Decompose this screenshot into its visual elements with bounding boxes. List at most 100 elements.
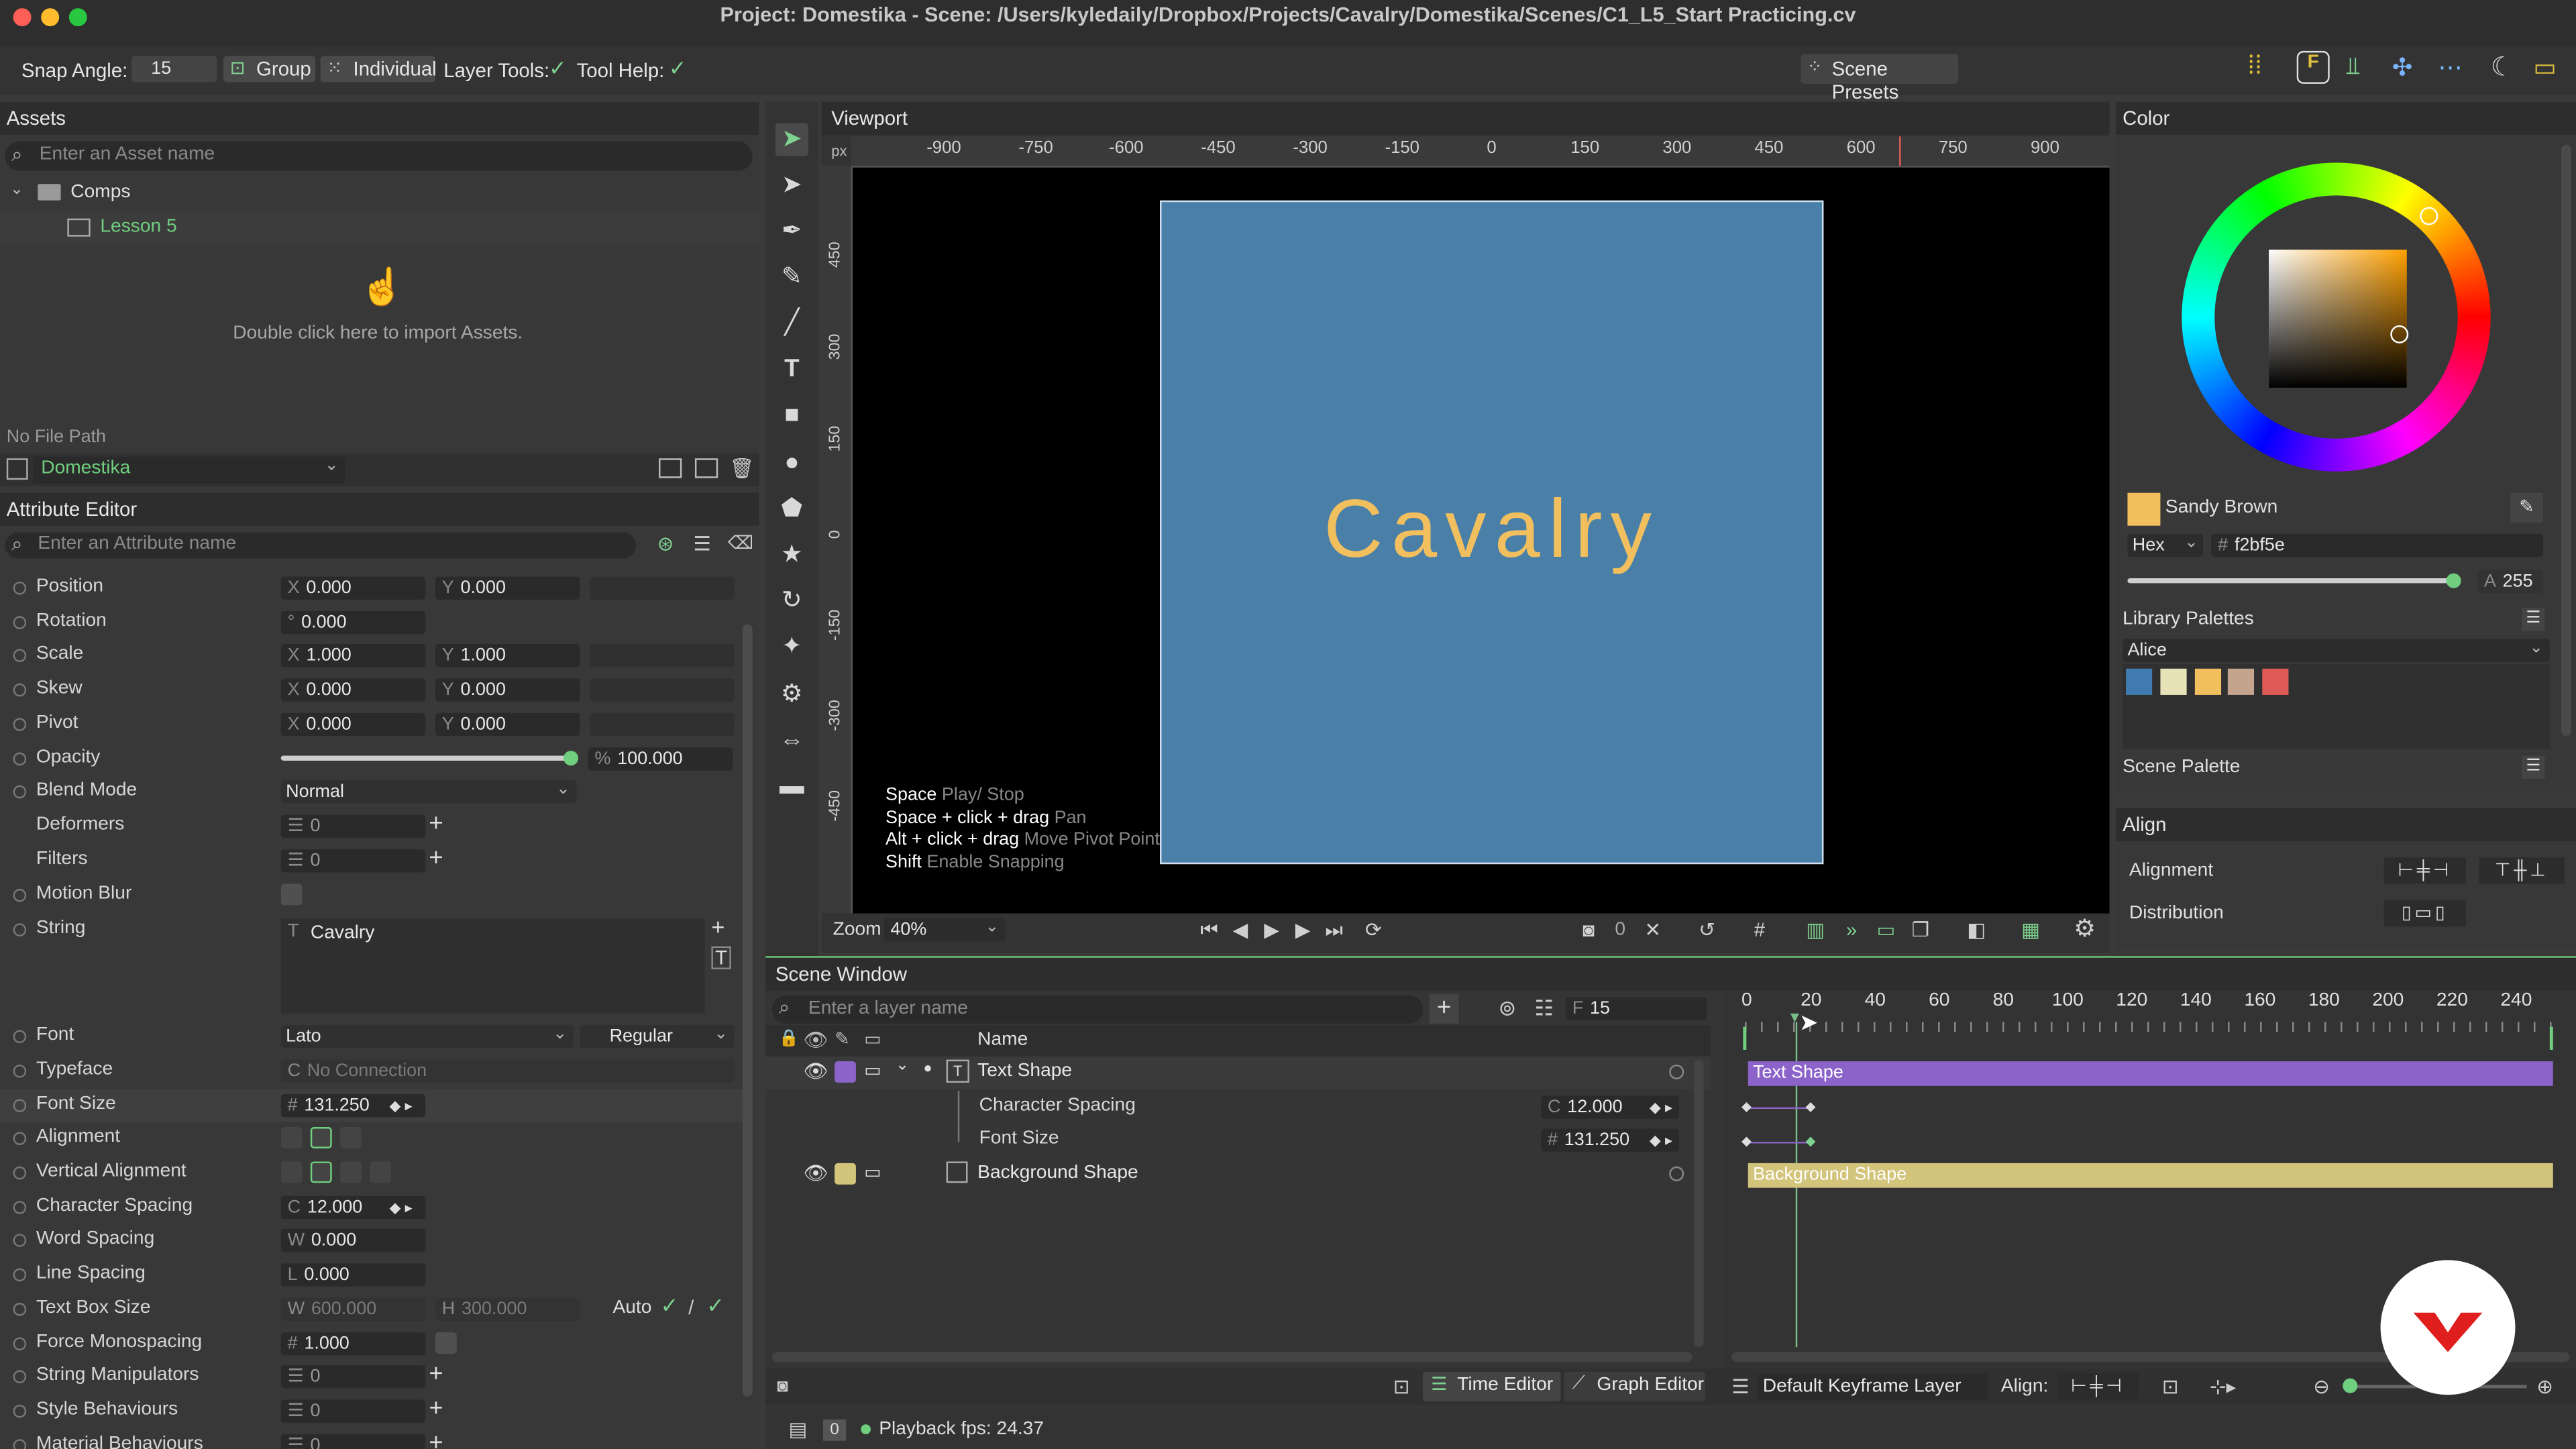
keyframe-dot-icon[interactable] — [13, 616, 27, 629]
asset-tree-comps[interactable]: ⌄ Comps — [0, 177, 759, 210]
saturation-value-square[interactable] — [2269, 250, 2407, 388]
pick-attribute-icon[interactable]: ⊛ — [657, 532, 674, 555]
force-mono-checkbox[interactable] — [435, 1332, 457, 1354]
layer-status-circle[interactable] — [1669, 1166, 1684, 1181]
rectangle-tool-icon[interactable]: ■ — [775, 399, 808, 432]
canvas-text[interactable]: Cavalry — [1161, 482, 1821, 577]
palette-swatch[interactable] — [2160, 668, 2187, 695]
opacity-input[interactable]: % 100.000 — [588, 747, 733, 771]
pick-icon[interactable]: ✎ — [835, 1028, 850, 1050]
asset-search-input[interactable]: ⌕ Enter an Asset name — [5, 141, 753, 171]
line-spacing-input[interactable]: L 0.000 — [280, 1263, 426, 1287]
arc-icon[interactable]: ☾ — [2491, 51, 2514, 84]
layer-h-scrollbar[interactable] — [772, 1352, 1693, 1362]
keyframe-diamond[interactable]: ◆ — [1741, 1134, 1752, 1148]
screen-icon[interactable]: ▭ — [1874, 918, 1897, 941]
valign-bottom-icon[interactable] — [339, 1161, 362, 1183]
layer-row-font-size[interactable]: Font Size #131.250 ◆ ▸ — [765, 1124, 1710, 1157]
align-center-icon[interactable] — [310, 1127, 332, 1148]
settings-icon[interactable]: ⚙ — [2074, 917, 2096, 942]
console-icon[interactable]: ▤ — [789, 1417, 808, 1440]
out-point-marker[interactable] — [2549, 1026, 2553, 1050]
layer-row-background-shape[interactable]: 👁 ▭ Background Shape — [765, 1159, 1710, 1191]
palette-swatch[interactable] — [2262, 668, 2289, 695]
font-size-input[interactable]: #131.250 ◆ ▸ — [280, 1094, 426, 1118]
distribute-icon[interactable]: ✣ — [2392, 52, 2413, 83]
layer-search-input[interactable]: ⌕ Enter a layer name — [772, 996, 1423, 1024]
typeface-input[interactable]: C No Connection — [280, 1059, 735, 1083]
skew-y-input[interactable]: Y 0.000 — [435, 678, 580, 702]
pen-tool-icon[interactable]: ✒ — [775, 215, 808, 248]
palette-swatch[interactable] — [2126, 668, 2153, 695]
add-deformer-icon[interactable]: + — [429, 810, 443, 838]
loop-icon[interactable]: ⟳ — [1362, 918, 1385, 941]
palette-select[interactable]: Alice ⌄ — [2123, 639, 2550, 662]
char-spacing-input[interactable]: C 12.000 ◆ ▸ — [280, 1195, 426, 1220]
scene-palette-menu-icon[interactable]: ☰ — [2522, 755, 2545, 779]
lock-icon[interactable]: 🔒 — [779, 1030, 799, 1049]
rotation-input[interactable]: ° 0.000 — [280, 611, 426, 635]
asset-tree-lesson[interactable]: Lesson 5 — [0, 211, 759, 245]
valign-top-icon[interactable] — [280, 1161, 303, 1183]
keyframe-diamond[interactable]: ◆ — [1741, 1099, 1752, 1114]
text-box-height-input[interactable]: H 300.000 — [435, 1297, 580, 1321]
individual-button[interactable]: ⁙ Individual — [320, 56, 437, 83]
composition-frame[interactable]: Cavalry — [1159, 200, 1824, 865]
solo-icon[interactable]: ▭ — [864, 1028, 881, 1050]
layers-icon[interactable]: ❐ — [1909, 918, 1932, 941]
keyframe-dot-icon[interactable] — [13, 683, 27, 697]
add-filter-icon[interactable]: + — [429, 845, 443, 873]
keyframe-icon[interactable]: ◆ ▸ — [1650, 1095, 1672, 1118]
color-mode-select[interactable]: Hex ⌄ — [2127, 533, 2204, 557]
visibility-icon[interactable]: 👁 — [804, 1161, 828, 1184]
skew-z-input[interactable] — [590, 678, 735, 702]
guides-icon[interactable]: ▥ — [1804, 918, 1827, 941]
font-style-select[interactable]: Regular ⌄ — [580, 1025, 735, 1049]
alpha-input[interactable]: A 255 — [2477, 570, 2544, 594]
play-icon[interactable]: ▶ — [1260, 918, 1283, 941]
pill-tool-icon[interactable]: ▬ — [775, 771, 808, 804]
keyframe-dot-icon[interactable] — [13, 1370, 27, 1384]
keyframe-dot-icon[interactable] — [13, 1234, 27, 1247]
keyframe-layer-icon[interactable]: ☰ — [1731, 1375, 1749, 1398]
dots-row-icon[interactable]: ⋯ — [2438, 52, 2463, 83]
keyframe-diamond[interactable]: ◆ — [1805, 1134, 1815, 1148]
grid-dots-icon[interactable]: ⁞⁞ — [2247, 52, 2262, 82]
align-left-icon[interactable] — [280, 1127, 303, 1148]
graph-editor-tab[interactable]: ⟋ Graph Editor — [1564, 1371, 1706, 1401]
text-tool-icon[interactable]: T — [711, 946, 731, 969]
position-y-input[interactable]: Y 0.000 — [435, 576, 580, 600]
clear-icon[interactable]: ⌫ — [728, 532, 753, 553]
layer-color-chip[interactable] — [835, 1061, 856, 1083]
arc-tool-icon[interactable]: ↻ — [775, 585, 808, 618]
zoom-out-icon[interactable]: ⊖ — [2313, 1375, 2330, 1398]
font-family-select[interactable]: Lato ⌄ — [280, 1025, 574, 1049]
snap-keys-icon[interactable]: ⊹▸ — [2210, 1375, 2236, 1398]
scale-y-input[interactable]: Y 1.000 — [435, 644, 580, 667]
keyframe-icon[interactable]: ◆ ▸ — [390, 1196, 413, 1219]
keyframe-dot-icon[interactable] — [13, 1030, 27, 1044]
align-bottom-icon[interactable]: ⫫ — [2346, 52, 2360, 80]
keyframe-dot-icon[interactable] — [13, 1064, 27, 1078]
keyframe-dot-icon[interactable] — [13, 1268, 27, 1282]
time-editor-tab[interactable]: ☰ Time Editor — [1422, 1371, 1561, 1401]
auto-width-checkbox[interactable]: ✓ — [660, 1293, 678, 1319]
polygon-tool-icon[interactable]: ⬟ — [775, 493, 808, 526]
current-color-swatch[interactable] — [2127, 492, 2161, 526]
ellipse-tool-icon[interactable]: ● — [775, 447, 808, 480]
go-to-end-icon[interactable]: ⏭ — [1322, 918, 1345, 941]
group-button[interactable]: ⊡ Group — [223, 56, 316, 83]
tool-help-checkbox[interactable]: ✓ — [669, 56, 687, 82]
delete-icon[interactable]: 🗑 — [729, 457, 754, 480]
pivot-y-input[interactable]: Y 0.000 — [435, 712, 580, 737]
layer-status-circle[interactable] — [1669, 1064, 1684, 1079]
add-style-behav-icon[interactable]: + — [429, 1395, 443, 1423]
snapshot-icon[interactable]: ◙ — [1577, 918, 1600, 941]
filter-icon[interactable]: ⊚ — [1498, 996, 1516, 1022]
go-to-start-icon[interactable]: ⏮ — [1197, 918, 1220, 941]
library-menu-icon[interactable]: ☰ — [2522, 608, 2545, 631]
line-tool-icon[interactable]: ╱ — [775, 307, 808, 340]
keyframe-dot-icon[interactable] — [13, 1439, 27, 1449]
hex-input[interactable]: # f2bf5e — [2211, 533, 2544, 557]
eyedropper-icon[interactable]: ✎ — [2510, 492, 2544, 523]
